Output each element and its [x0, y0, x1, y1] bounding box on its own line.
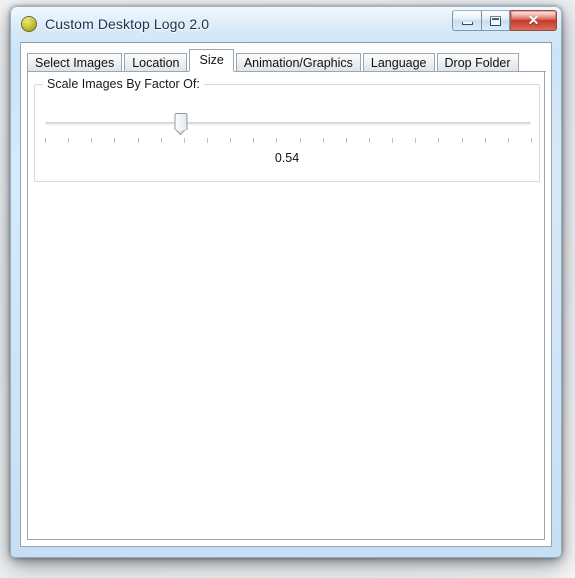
slider-tick [276, 138, 278, 143]
slider-tick [484, 138, 486, 143]
tab-language[interactable]: Language [362, 53, 435, 72]
slider-thumb-pointer [175, 130, 188, 137]
minimize-button[interactable] [452, 10, 481, 31]
slider-tick [438, 138, 440, 143]
tab-drop-folder[interactable]: Drop Folder [436, 53, 519, 72]
slider-track[interactable] [45, 122, 531, 125]
slider-tick [345, 138, 347, 143]
window-controls: ✕ [452, 10, 557, 31]
slider-tick [531, 138, 532, 143]
slider-tick [299, 138, 301, 143]
tab-strip: Select Images Location Size Animation/Gr… [27, 49, 551, 72]
tab-label: Animation/Graphics [243, 56, 353, 70]
tab-label: Drop Folder [444, 56, 511, 70]
scale-factor-value: 0.54 [274, 151, 300, 165]
slider-tick [368, 138, 370, 143]
slider-tick-marks [45, 138, 532, 144]
title-bar[interactable]: Custom Desktop Logo 2.0 ✕ [10, 6, 562, 42]
client-area: Select Images Location Size Animation/Gr… [20, 42, 552, 547]
window-title: Custom Desktop Logo 2.0 [45, 16, 210, 32]
slider-tick [91, 138, 93, 143]
slider-tick [137, 138, 139, 143]
tab-label: Location [132, 56, 180, 70]
slider-tick [392, 138, 394, 143]
slider-tick [415, 138, 417, 143]
slider-thumb-body [174, 113, 188, 130]
tab-animation-graphics[interactable]: Animation/Graphics [235, 53, 361, 72]
slider-tick [230, 138, 232, 143]
slider-tick [507, 138, 509, 143]
scale-images-groupbox-label: Scale Images By Factor Of: [43, 77, 204, 91]
slider-tick [461, 138, 463, 143]
slider-tick [160, 138, 162, 143]
slider-tick [322, 138, 324, 143]
tab-label: Size [199, 53, 224, 67]
close-icon: ✕ [527, 11, 540, 28]
slider-tick [114, 138, 116, 143]
application-window: Custom Desktop Logo 2.0 ✕ Select Images … [10, 6, 562, 558]
tab-page-size: Scale Images By Factor Of: 0.54 [27, 72, 545, 540]
tab-label: Select Images [35, 56, 115, 70]
yellow-circle-logo-icon [21, 16, 37, 32]
slider-thumb[interactable] [174, 113, 188, 137]
tab-size[interactable]: Size [189, 49, 234, 72]
close-button[interactable]: ✕ [510, 10, 557, 31]
slider-tick [45, 138, 46, 143]
tab-select-images[interactable]: Select Images [27, 53, 123, 72]
slider-tick [253, 138, 255, 143]
scale-images-groupbox: Scale Images By Factor Of: 0.54 [34, 77, 540, 182]
maximize-icon [490, 15, 501, 26]
tab-label: Language [370, 56, 427, 70]
maximize-button[interactable] [481, 10, 510, 31]
scale-factor-slider[interactable] [45, 111, 532, 145]
slider-tick [183, 138, 185, 143]
slider-tick [206, 138, 208, 143]
minimize-icon [461, 21, 473, 25]
tab-location[interactable]: Location [124, 53, 188, 72]
slider-tick [68, 138, 70, 143]
